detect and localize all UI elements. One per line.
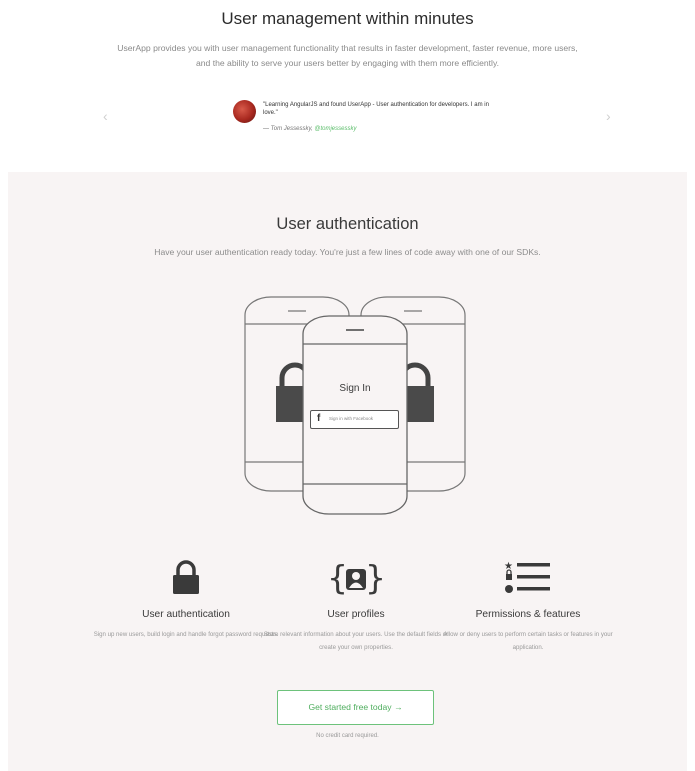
user-profile-icon: { } [327, 560, 386, 596]
feature-description: Allow or deny users to perform certain t… [443, 631, 613, 651]
hero-section: User management within minutes UserApp p… [0, 0, 695, 172]
feature-title: User profiles [327, 609, 385, 620]
signin-title: Sign In [339, 383, 371, 394]
facebook-signin-label: Sign in with Facebook [329, 416, 374, 421]
page-title: User management within minutes [221, 9, 474, 28]
svg-text:{: { [327, 560, 348, 596]
testimonial: "Learning AngularJS and found UserApp - … [233, 100, 503, 138]
get-started-button[interactable]: Get started free today → [277, 690, 434, 725]
svg-text:}: } [365, 560, 386, 596]
no-credit-card-note: No credit card required. [316, 733, 379, 739]
lock-icon [173, 560, 199, 594]
phones-drawing [244, 296, 466, 515]
section-subtitle: Have your user authentication ready toda… [154, 247, 541, 257]
feature-title: Permissions & features [475, 609, 581, 620]
section-title: User authentication [276, 215, 419, 233]
testimonial-author: — Tom Jessessky, @tomjessessky [263, 126, 356, 132]
avatar [233, 100, 256, 123]
permissions-list-icon: ★ [504, 561, 550, 593]
feature-title: User authentication [142, 609, 230, 620]
feature-description: Store relevant information about your us… [263, 631, 449, 651]
facebook-icon: f [317, 413, 321, 424]
testimonial-handle-link[interactable]: @tomjessessky [314, 126, 356, 132]
testimonial-author-name: — Tom Jessessky, [263, 126, 313, 132]
feature-description: Sign up new users, build login and handl… [93, 631, 279, 638]
page-subtitle: UserApp provides you with user managemen… [117, 43, 578, 68]
facebook-signin-button[interactable]: f Sign in with Facebook [310, 410, 399, 429]
testimonial-quote: "Learning AngularJS and found UserApp - … [263, 102, 489, 116]
carousel-next-arrow-icon[interactable]: › [606, 108, 611, 124]
carousel-prev-arrow-icon[interactable]: ‹ [103, 108, 108, 124]
phones-illustration: Sign In f Sign in with Facebook [242, 294, 468, 518]
